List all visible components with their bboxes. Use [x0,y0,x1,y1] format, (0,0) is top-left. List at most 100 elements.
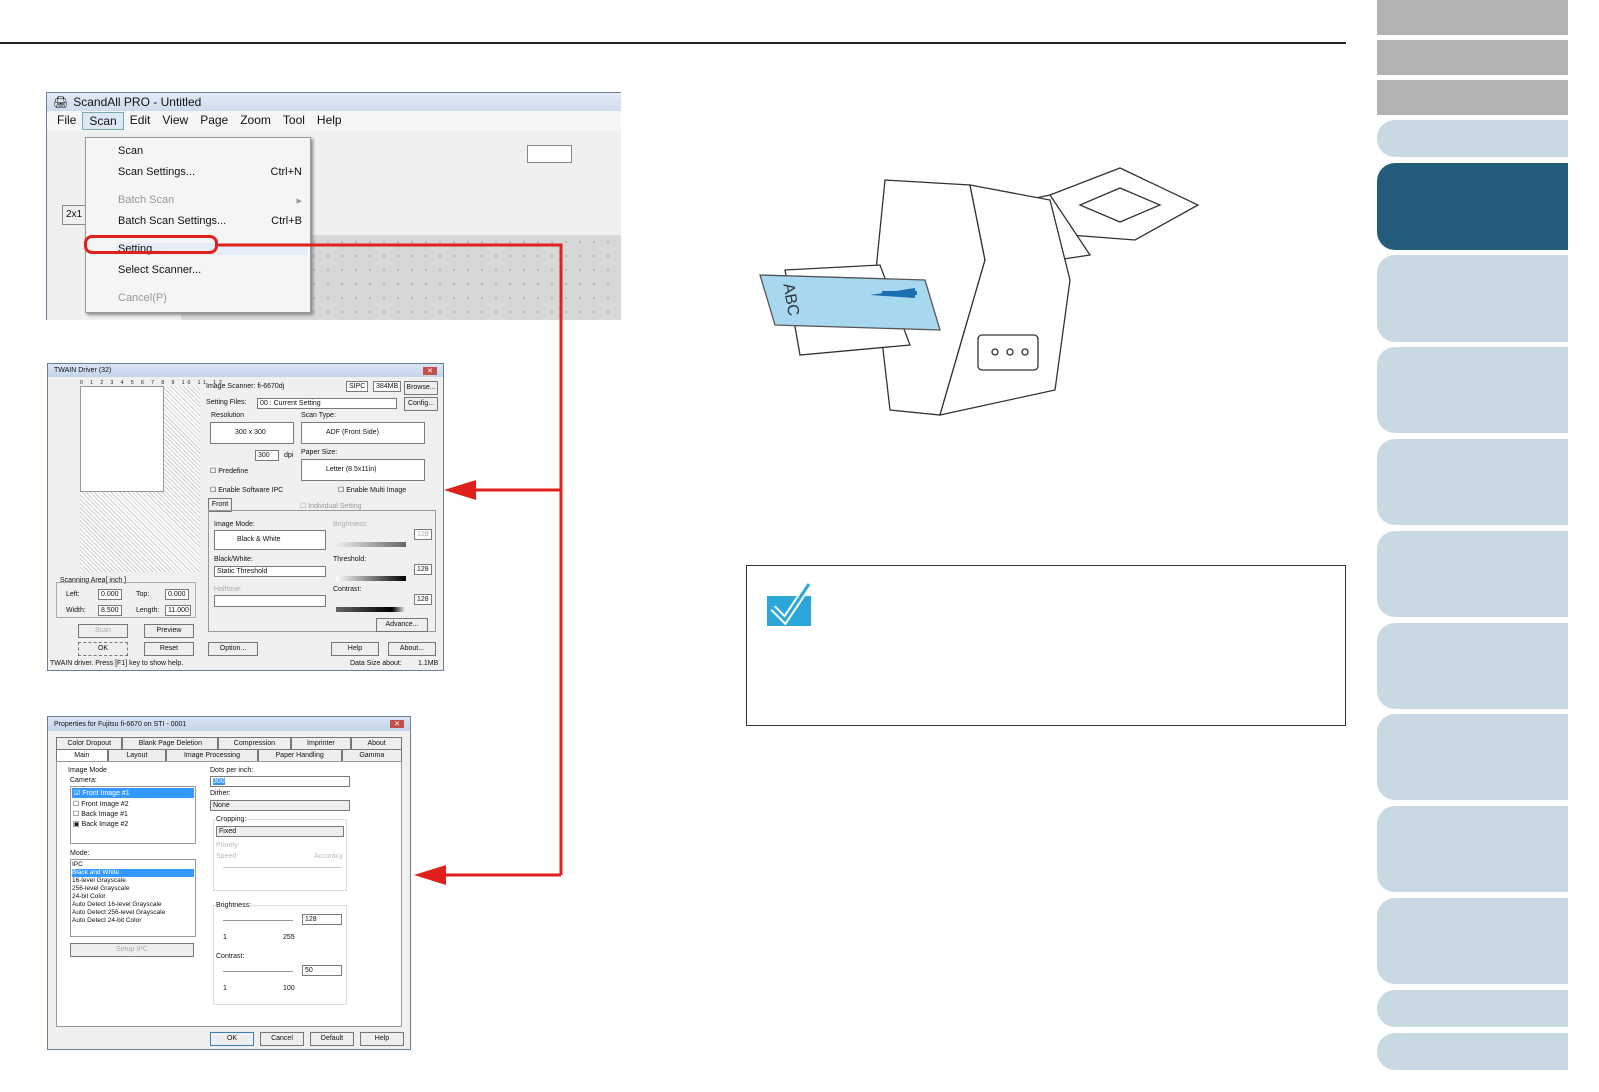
nav-tab-15[interactable] [1377,1033,1568,1070]
note-box [746,565,1346,726]
nav-tab-14[interactable] [1377,990,1568,1027]
mode-item[interactable]: 256-level Grayscale [72,885,194,893]
contrast-spinner[interactable]: 50 [302,965,342,976]
nav-tab-6[interactable] [1377,255,1568,342]
setting-files-select[interactable]: 00 : Current Setting [257,398,397,409]
brightness-value[interactable]: 128 [414,529,432,540]
config-button[interactable]: Config... [404,397,438,411]
twain-dialog: TWAIN Driver (32) ✕ 0 1 2 3 4 5 6 7 8 9 1… [47,363,444,671]
nav-tab-4[interactable] [1377,120,1568,157]
nav-tab-1[interactable] [1377,0,1568,35]
image-mode-select[interactable]: Black & White [214,530,326,550]
contrast-slider[interactable] [223,971,293,972]
default-button[interactable]: Default [310,1032,354,1046]
contrast-label: Contrast: [216,953,245,960]
mode-item[interactable]: Auto Detect 24-bit Color [72,917,194,925]
nav-tab-10[interactable] [1377,623,1568,709]
dpi-spinner[interactable]: 300 [255,450,279,461]
nav-tab-7[interactable] [1377,347,1568,433]
dither-select[interactable]: None [210,800,350,811]
nav-tab-active[interactable] [1377,163,1568,250]
browse-button[interactable]: Browse... [404,381,438,395]
width-field[interactable]: 8.500 [98,605,122,616]
ok-button[interactable]: OK [210,1032,254,1046]
cropping-label: Cropping: [216,816,247,823]
scan-type-select[interactable]: ADF (Front Side) [301,422,425,444]
nav-tab-3[interactable] [1377,80,1568,115]
about-button[interactable]: About... [388,642,436,656]
preview-button[interactable]: Preview [144,624,194,638]
arrow-to-twain [444,480,476,500]
bw-label: Black/White: [214,556,253,563]
contrast-slider[interactable] [336,607,406,612]
camera-item[interactable]: ☐ Back Image #1 [71,809,195,819]
setting-files-label: Setting Files: [206,399,247,406]
close-icon[interactable]: ✕ [423,366,437,375]
camera-item[interactable]: ☐ Front Image #2 [71,799,195,809]
mode-item[interactable]: 16-level Grayscale [72,877,194,885]
reset-button[interactable]: Reset [144,642,194,656]
data-size-label: Data Size about: [350,660,402,667]
brightness-spinner[interactable]: 128 [302,914,342,925]
setup-ipc-button[interactable]: Setup IPC [70,943,194,957]
mode-list: IPC Black and White 16-level Grayscale 2… [70,859,196,937]
enable-multi-image-checkbox[interactable]: ☐ Enable Multi Image [338,486,406,494]
brightness-min: 1 [223,934,227,941]
nav-tab-11[interactable] [1377,714,1568,800]
contrast-min: 1 [223,985,227,992]
camera-item[interactable]: ▣ Back Image #2 [71,819,195,829]
paper-size-select[interactable]: Letter (8.5x11in) [301,459,425,481]
nav-tab-8[interactable] [1377,439,1568,525]
contrast-max: 100 [283,985,295,992]
halftone-select[interactable] [214,595,326,607]
nav-tab-12[interactable] [1377,806,1568,892]
bw-select[interactable]: Static Threshold [214,566,326,577]
mode-item[interactable]: Auto Detect 256-level Grayscale [72,909,194,917]
image-mode-label: Image Mode: [214,521,255,528]
option-button[interactable]: Option... [208,642,258,656]
nav-tab-9[interactable] [1377,531,1568,617]
brightness-slider[interactable] [336,542,406,547]
mode-item[interactable]: IPC [72,861,194,869]
threshold-value[interactable]: 128 [414,564,432,575]
ipc-badge: SIPC [346,381,369,392]
scan-button[interactable]: Scan [78,624,128,638]
close-icon[interactable]: ✕ [390,720,404,728]
paper-size-label: Paper Size: [301,449,338,456]
status-text: TWAIN driver. Press [F1] key to show hel… [50,660,184,667]
help-button[interactable]: Help [331,642,379,656]
brightness-label: Brightness: [216,902,252,909]
top-field[interactable]: 0.000 [165,589,189,600]
resolution-select[interactable]: 300 x 300 [210,422,294,444]
camera-item[interactable]: ☑ Front Image #1 [72,788,194,798]
individual-setting-checkbox[interactable]: ☐ Individual Setting [300,502,362,510]
threshold-slider[interactable] [336,576,406,581]
length-field[interactable]: 11.000 [165,605,191,616]
dpi-select[interactable]: 300 [210,776,350,787]
preview-area [80,386,200,572]
cropping-select[interactable]: Fixed [216,826,344,837]
nav-tab-13[interactable] [1377,898,1568,984]
ok-button[interactable]: OK [78,642,128,656]
mode-item[interactable]: Auto Detect 16-level Grayscale [72,901,194,909]
priority-slider[interactable] [223,867,341,868]
arrow-to-properties [414,865,446,885]
help-button[interactable]: Help [360,1032,404,1046]
scanner-name: Image Scanner: fi-6670dj [206,383,285,390]
predefine-checkbox[interactable]: ☐ Predefine [210,467,248,475]
properties-dialog: Properties for Fujitsu fi-6670 on STI - … [47,716,411,1050]
mode-item-selected[interactable]: Black and White [72,869,194,877]
cancel-button[interactable]: Cancel [260,1032,304,1046]
scan-area-frame [80,386,164,492]
enable-software-ipc-checkbox[interactable]: ☐ Enable Software IPC [210,486,283,494]
contrast-value[interactable]: 128 [414,594,432,605]
mode-item[interactable]: 24-bit Color [72,893,194,901]
nav-tab-2[interactable] [1377,40,1568,75]
scanner-illustration: ABC [759,167,1200,416]
dpi-label: Dots per inch: [210,767,254,774]
brightness-slider[interactable] [223,920,293,921]
advance-button[interactable]: Advance... [376,618,428,632]
left-field[interactable]: 0.000 [98,589,122,600]
dither-label: Dither: [210,790,231,797]
contrast-label: Contrast: [333,586,362,593]
